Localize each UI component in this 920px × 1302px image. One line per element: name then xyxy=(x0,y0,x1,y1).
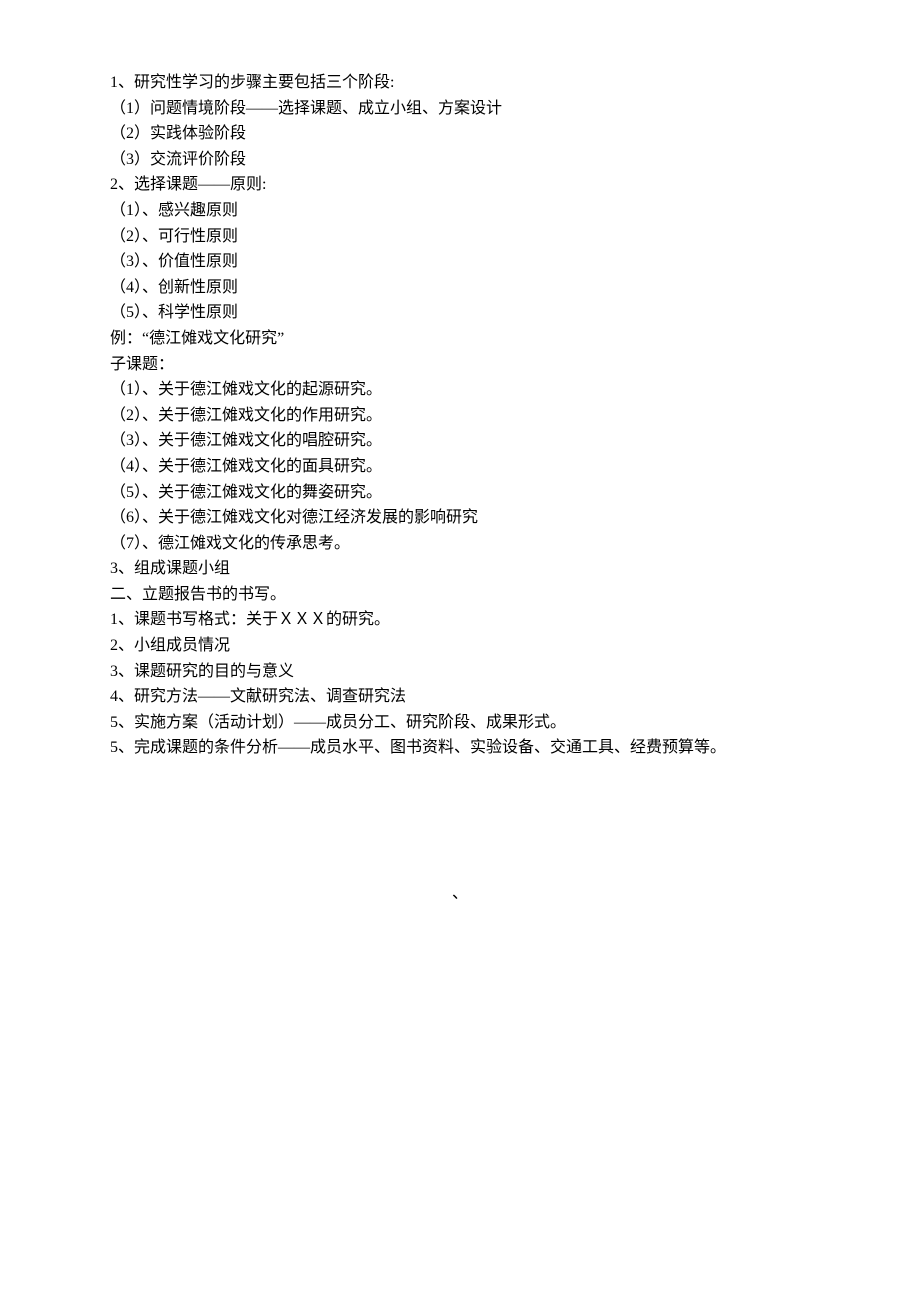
document-body: 1、研究性学习的步骤主要包括三个阶段: （1）问题情境阶段——选择课题、成立小组… xyxy=(110,70,810,907)
text-line: （3）交流评价阶段 xyxy=(110,147,810,173)
text-line: （5）、科学性原则 xyxy=(110,300,810,326)
stray-mark: 、 xyxy=(110,881,810,907)
text-line: （6）、关于德江傩戏文化对德江经济发展的影响研究 xyxy=(110,505,810,531)
text-line: （3）、价值性原则 xyxy=(110,249,810,275)
text-line: 2、选择课题——原则: xyxy=(110,172,810,198)
text-line: （2）、可行性原则 xyxy=(110,224,810,250)
text-line: 子课题： xyxy=(110,352,810,378)
text-line: 5、完成课题的条件分析——成员水平、图书资料、实验设备、交通工具、经费预算等。 xyxy=(110,735,810,761)
text-line: （1）、关于德江傩戏文化的起源研究。 xyxy=(110,377,810,403)
text-line: 3、课题研究的目的与意义 xyxy=(110,659,810,685)
text-line: 5、实施方案（活动计划）——成员分工、研究阶段、成果形式。 xyxy=(110,710,810,736)
text-line: 2、小组成员情况 xyxy=(110,633,810,659)
text-line: 4、研究方法——文献研究法、调查研究法 xyxy=(110,684,810,710)
text-line: （5）、关于德江傩戏文化的舞姿研究。 xyxy=(110,480,810,506)
text-line: 二、立题报告书的书写。 xyxy=(110,582,810,608)
text-line: 1、课题书写格式：关于ＸＸＸ的研究。 xyxy=(110,607,810,633)
text-line: （2）、关于德江傩戏文化的作用研究。 xyxy=(110,403,810,429)
text-line: （4）、关于德江傩戏文化的面具研究。 xyxy=(110,454,810,480)
text-line: （2）实践体验阶段 xyxy=(110,121,810,147)
text-line: （1）、感兴趣原则 xyxy=(110,198,810,224)
text-line: （4）、创新性原则 xyxy=(110,275,810,301)
text-line: （3）、关于德江傩戏文化的唱腔研究。 xyxy=(110,428,810,454)
text-line: 1、研究性学习的步骤主要包括三个阶段: xyxy=(110,70,810,96)
text-line: 例：“德江傩戏文化研究” xyxy=(110,326,810,352)
text-line: （1）问题情境阶段——选择课题、成立小组、方案设计 xyxy=(110,96,810,122)
text-line: （7）、德江傩戏文化的传承思考。 xyxy=(110,531,810,557)
text-line: 3、组成课题小组 xyxy=(110,556,810,582)
